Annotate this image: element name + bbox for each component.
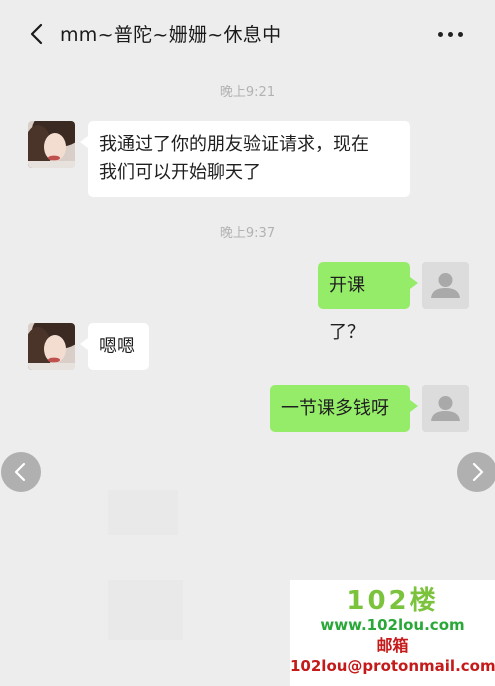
chevron-right-icon [472, 462, 484, 482]
chat-title: mm~普陀~姗姗~休息中 [60, 24, 282, 46]
contact-avatar[interactable] [28, 121, 75, 168]
message-text: 嗯嗯 [99, 336, 135, 357]
background-shape [108, 490, 178, 535]
message-timestamp: 晚上9:21 [219, 85, 276, 100]
next-arrow-button[interactable] [457, 452, 495, 492]
message-text-line: 我通过了你的朋友验证请求，现在 [99, 134, 369, 155]
contact-avatar[interactable] [28, 323, 75, 370]
message-text: 开课了？ [329, 275, 365, 343]
message-text: 一节课多钱呀 [281, 398, 389, 419]
watermark-email: 102lou@protonmail.com [290, 657, 495, 675]
received-message-bubble[interactable]: 嗯嗯 [80, 323, 149, 370]
prev-arrow-button[interactable] [1, 452, 41, 492]
watermark-logo: 102楼 [346, 586, 439, 616]
chat-header: mm~普陀~姗姗~休息中 [0, 0, 495, 70]
watermark-label: 邮箱 [376, 636, 409, 655]
sent-message-bubble[interactable]: 一节课多钱呀 [270, 385, 418, 432]
self-avatar[interactable] [422, 385, 469, 432]
back-arrow-icon[interactable] [26, 22, 48, 46]
received-message-bubble[interactable]: 我通过了你的朋友验证请求，现在 我们可以开始聊天了 [80, 121, 410, 197]
sent-message-bubble[interactable]: 开课了？ [318, 262, 418, 343]
background-shape [108, 580, 183, 640]
message-text-line: 我们可以开始聊天了 [99, 162, 261, 183]
watermark: 102楼 www.102lou.com 邮箱 102lou@protonmail… [290, 580, 495, 686]
message-timestamp: 晚上9:37 [219, 226, 276, 241]
more-options-icon[interactable] [436, 32, 466, 38]
chevron-left-icon [14, 462, 26, 482]
watermark-site: www.102lou.com [320, 616, 465, 634]
self-avatar[interactable] [422, 262, 469, 309]
